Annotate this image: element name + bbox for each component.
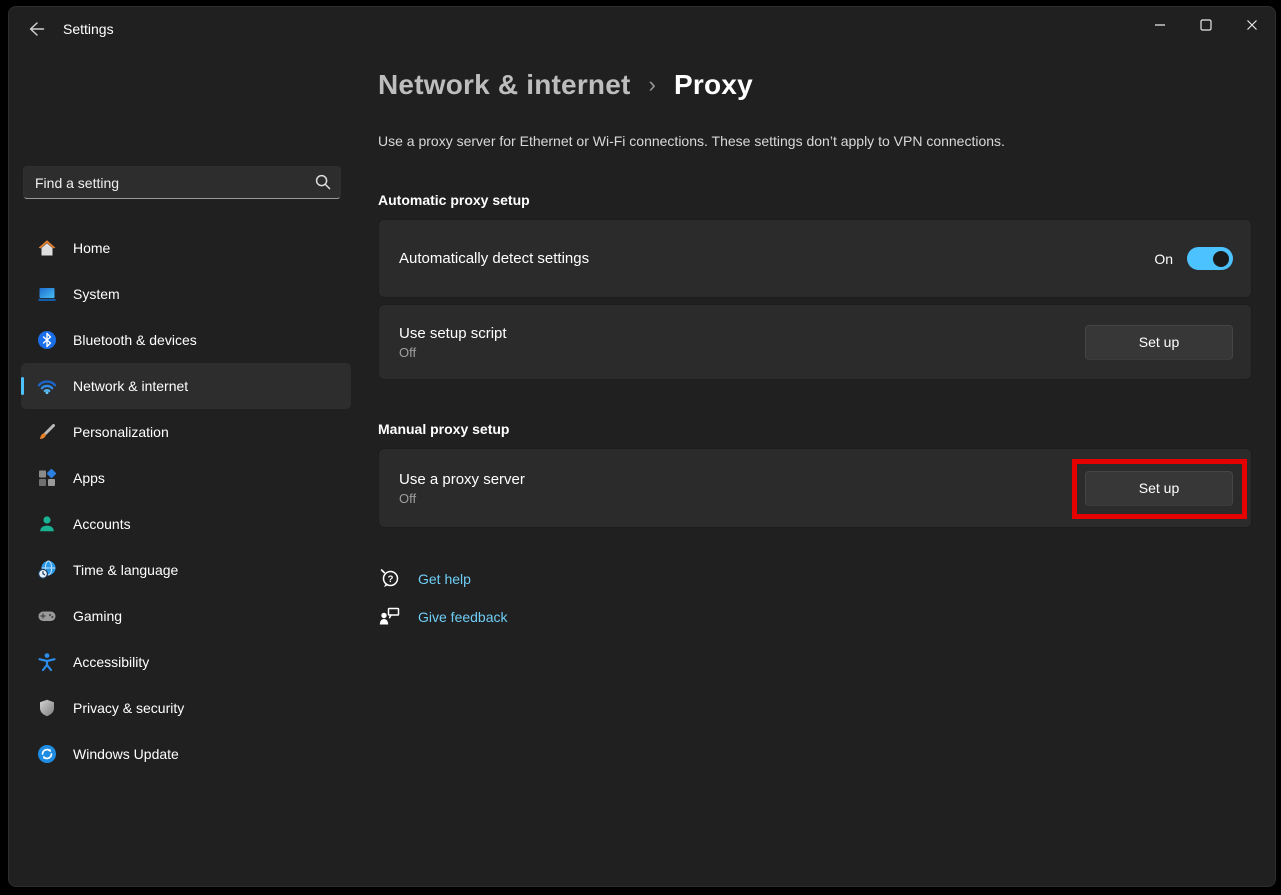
sidebar-item-label: Accounts [73,516,131,532]
search-input[interactable] [23,166,341,199]
sidebar-item-accessibility[interactable]: Accessibility [21,639,351,685]
search-box [23,166,341,199]
sidebar-item-label: Bluetooth & devices [73,332,197,348]
sidebar-item-label: Privacy & security [73,700,184,716]
titlebar: Settings [9,7,1275,55]
sidebar-item-personalization[interactable]: Personalization [21,409,351,455]
minimize-button[interactable] [1137,7,1183,45]
back-button[interactable] [19,15,53,45]
sidebar-item-label: Gaming [73,608,122,624]
proxy-server-label: Use a proxy server [399,471,1085,488]
shield-icon [37,698,57,718]
detect-settings-toggle[interactable] [1187,247,1233,270]
accessibility-icon [37,652,57,672]
give-feedback-row: Give feedback [378,605,508,629]
section-title-automatic: Automatic proxy setup [378,192,530,208]
sidebar-item-label: Windows Update [73,746,179,762]
detect-settings-row: Automatically detect settings On [378,219,1252,298]
toggle-state-label: On [1154,251,1173,267]
breadcrumb-parent[interactable]: Network & internet [378,69,631,100]
toggle-knob [1213,251,1229,267]
get-help-row: ? Get help [378,567,471,591]
help-bubble-icon: ? [378,567,402,591]
get-help-link[interactable]: Get help [418,571,471,587]
sidebar-item-windows-update[interactable]: Windows Update [21,731,351,777]
sidebar-item-label: Home [73,240,110,256]
apps-icon [37,468,57,488]
sidebar-item-label: Network & internet [73,378,188,394]
proxy-setup-button[interactable]: Set up [1085,471,1233,506]
breadcrumb-separator-icon: › [649,72,657,97]
page-description: Use a proxy server for Ethernet or Wi-Fi… [378,133,1005,149]
system-icon [37,284,57,304]
sidebar-item-apps[interactable]: Apps [21,455,351,501]
app-title: Settings [63,21,114,37]
sidebar-item-system[interactable]: System [21,271,351,317]
breadcrumb: Network & internet › Proxy [378,69,753,101]
give-feedback-link[interactable]: Give feedback [418,609,508,625]
maximize-icon [1197,16,1215,37]
detect-settings-label: Automatically detect settings [399,250,1154,267]
setup-script-button[interactable]: Set up [1085,325,1233,360]
sidebar-item-label: System [73,286,120,302]
gamepad-icon [37,606,57,626]
selected-accent-bar [21,377,24,395]
setup-script-row: Use setup script Off Set up [378,304,1252,380]
home-icon [37,238,57,258]
sidebar-item-privacy-security[interactable]: Privacy & security [21,685,351,731]
sidebar-item-network-internet[interactable]: Network & internet [21,363,351,409]
section-title-manual: Manual proxy setup [378,421,509,437]
update-icon [37,744,57,764]
desktop-background: Settings Home [0,0,1281,895]
sidebar-item-gaming[interactable]: Gaming [21,593,351,639]
sidebar-item-label: Accessibility [73,654,149,670]
sidebar-item-accounts[interactable]: Accounts [21,501,351,547]
proxy-server-status: Off [399,491,1085,506]
sidebar-item-bluetooth-devices[interactable]: Bluetooth & devices [21,317,351,363]
close-button[interactable] [1229,7,1275,45]
minimize-icon [1151,16,1169,37]
setup-script-label: Use setup script [399,325,1085,342]
settings-window: Settings Home [8,6,1276,887]
bluetooth-icon [37,330,57,350]
close-icon [1243,16,1261,37]
page-title: Proxy [674,69,753,100]
maximize-button[interactable] [1183,7,1229,45]
paintbrush-icon [37,422,57,442]
person-icon [37,514,57,534]
sidebar-item-time-language[interactable]: Time & language [21,547,351,593]
feedback-person-icon [378,605,402,629]
back-arrow-icon [26,19,46,42]
window-controls [1137,7,1275,45]
wifi-icon [37,376,57,396]
globe-clock-icon [37,560,57,580]
proxy-server-row: Use a proxy server Off Set up [378,448,1252,528]
setup-script-status: Off [399,345,1085,360]
sidebar-item-home[interactable]: Home [21,225,351,271]
sidebar-nav: Home System Bluetooth & devices Network … [21,225,351,777]
sidebar-item-label: Apps [73,470,105,486]
sidebar-item-label: Time & language [73,562,178,578]
sidebar-item-label: Personalization [73,424,169,440]
svg-text:?: ? [388,574,394,585]
